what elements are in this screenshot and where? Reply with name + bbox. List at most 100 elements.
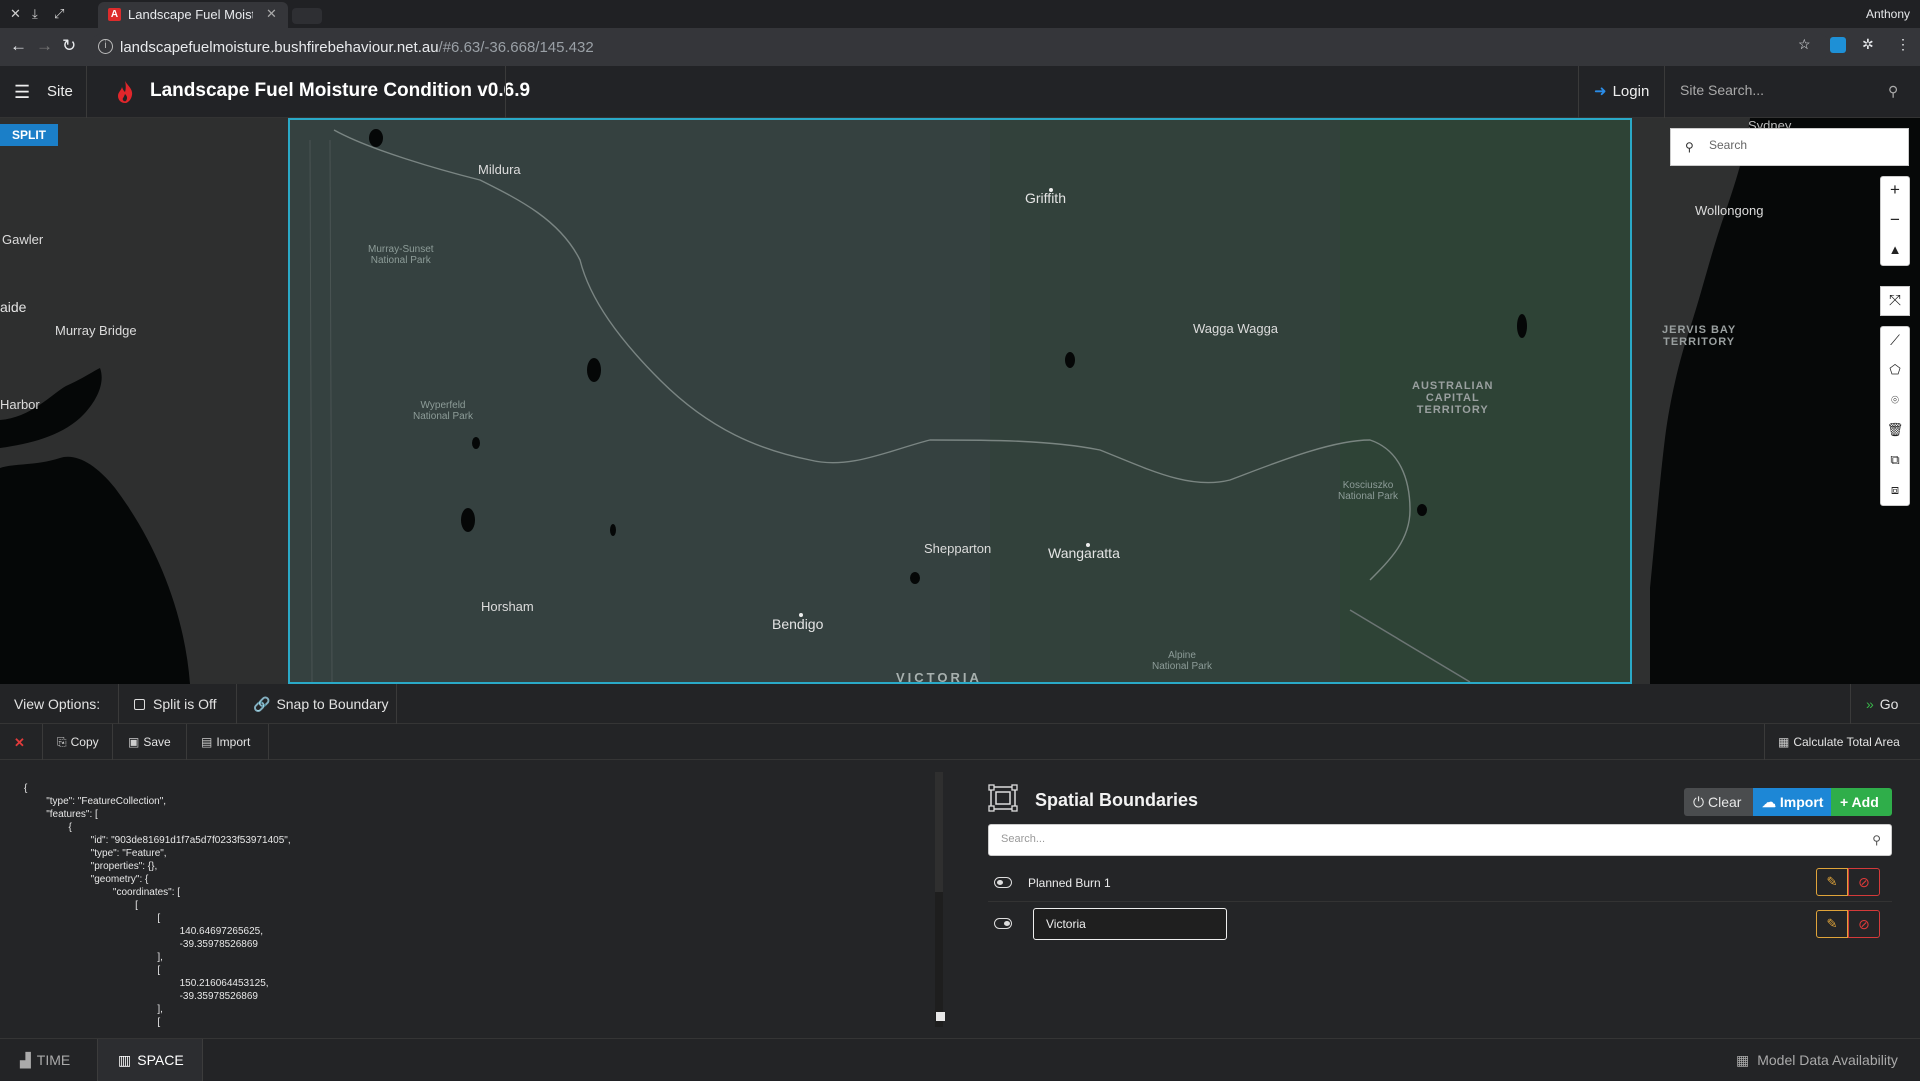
divider [236, 684, 237, 724]
boundary-search-input[interactable] [1001, 833, 1841, 845]
tab-close-icon[interactable]: ✕ [266, 6, 277, 22]
link-icon: 🔗 [253, 696, 271, 712]
map-search-input[interactable] [1709, 138, 1899, 152]
scrollbar-thumb[interactable] [935, 772, 943, 892]
browser-address-bar: ← → ↻ i landscapefuelmoisture.bushfirebe… [0, 28, 1920, 66]
profile-name[interactable]: Anthony [1866, 7, 1910, 21]
forward-icon[interactable]: → [36, 36, 53, 56]
map-left-pane [0, 118, 288, 684]
calculate-area-button[interactable]: ▦ Calculate Total Area [1778, 735, 1900, 749]
divider [505, 66, 506, 118]
add-boundary-button[interactable]: + Add [1831, 788, 1892, 816]
divider [1764, 724, 1765, 760]
site-search-input[interactable] [1680, 82, 1890, 98]
extension-gear-icon[interactable]: ✲ [1862, 36, 1878, 52]
edit-icon[interactable]: ✎ [1816, 868, 1848, 896]
calculator-icon: ▦ [1778, 735, 1790, 749]
resize-handle[interactable] [936, 1012, 945, 1021]
visibility-toggle-icon[interactable] [994, 918, 1012, 929]
geojson-editor[interactable]: { "type": "FeatureCollection", "features… [0, 760, 945, 1038]
geojson-toolbar: ✕ ⎘ Copy ▣ Save ▤ Import ▦ Calculate Total A… [0, 724, 1920, 760]
download-icon[interactable]: ⤓ [32, 6, 38, 22]
state-label: VICTORIA [896, 670, 982, 684]
map-view[interactable]: Mildura Griffith Gawler aide Murray Brid… [0, 118, 1920, 684]
uncombine-icon[interactable]: ⧈ [1880, 476, 1910, 506]
browser-tab[interactable]: A Landscape Fuel Moisture ✕ [98, 2, 288, 28]
divider [268, 724, 269, 760]
snap-toggle[interactable]: 🔗 Snap to Boundary [253, 696, 389, 713]
save-button[interactable]: ▣ Save [128, 735, 171, 749]
edit-icon[interactable]: ✎ [1816, 910, 1848, 938]
park-label: Alpine National Park [1152, 650, 1213, 672]
draw-polygon-icon[interactable]: ⬠ [1880, 356, 1910, 386]
divider [42, 724, 43, 760]
site-menu-label[interactable]: Site [47, 83, 73, 100]
place-label: Bendigo [772, 616, 824, 632]
angular-favicon-icon: A [108, 8, 121, 21]
compass-icon[interactable]: ▲ [1880, 236, 1910, 266]
map-search-box[interactable]: ⚲ [1670, 128, 1909, 166]
search-icon[interactable]: ⚲ [1888, 83, 1898, 100]
fullscreen-icon[interactable]: ⤧ [1880, 286, 1910, 316]
site-info-icon[interactable]: i [98, 39, 113, 54]
boundary-import-button[interactable]: ☁ Import [1753, 788, 1831, 816]
bookmark-star-icon[interactable]: ☆ [1798, 36, 1814, 52]
calendar-icon: ▦ [1736, 1052, 1750, 1068]
window-close-icon[interactable]: ✕ [10, 6, 21, 22]
divider [118, 684, 119, 724]
trash-icon[interactable]: 🗑 [1880, 416, 1910, 446]
cloud-upload-icon: ☁ [1762, 794, 1780, 810]
tab-title: Landscape Fuel Moisture [128, 7, 253, 22]
app-header: ☰ Site Landscape Fuel Moisture Condition… [0, 66, 1920, 118]
visibility-toggle-icon[interactable] [994, 877, 1012, 888]
split-badge[interactable]: SPLIT [0, 124, 58, 146]
draw-line-icon[interactable]: ⟋ [1880, 326, 1910, 356]
boundary-label[interactable]: Planned Burn 1 [1028, 876, 1111, 890]
spatial-boundary-icon [988, 784, 1018, 812]
split-toggle[interactable]: Split is Off [134, 696, 217, 712]
close-icon[interactable]: ✕ [14, 735, 25, 751]
territory-label: JERVIS BAY TERRITORY [1662, 324, 1737, 348]
park-label: Murray-Sunset National Park [368, 244, 434, 266]
checkbox-icon [134, 699, 145, 710]
tab-space[interactable]: ▥ SPACE [97, 1039, 203, 1081]
delete-icon[interactable]: ⊘ [1848, 868, 1880, 896]
place-label: Murray Bridge [55, 323, 137, 338]
go-button[interactable]: » Go [1866, 696, 1898, 712]
cloud-extension-icon[interactable] [1830, 37, 1846, 53]
boundary-search-box[interactable]: ⚲ [988, 824, 1892, 856]
reload-icon[interactable]: ↻ [62, 36, 76, 56]
flame-logo-icon [118, 81, 133, 103]
combine-icon[interactable]: ⧉ [1880, 446, 1910, 476]
restore-icon[interactable]: ⤢ [54, 6, 64, 22]
clear-button[interactable]: ⏻ Clear [1684, 788, 1753, 816]
workspace: { "type": "FeatureCollection", "features… [0, 760, 1920, 1038]
tab-time[interactable]: ▟ TIME [0, 1039, 88, 1081]
url-field[interactable]: i landscapefuelmoisture.bushfirebehaviou… [90, 33, 1830, 61]
geojson-text[interactable]: { "type": "FeatureCollection", "features… [24, 782, 291, 1029]
divider [1664, 66, 1665, 118]
model-data-availability-button[interactable]: ▦ Model Data Availability [1736, 1052, 1898, 1069]
boundary-name-input[interactable] [1033, 908, 1227, 940]
login-button[interactable]: ➜ Login [1594, 82, 1649, 100]
park-label: Kosciuszko National Park [1338, 480, 1399, 502]
delete-icon[interactable]: ⊘ [1848, 910, 1880, 938]
chart-icon: ▟ [20, 1052, 31, 1068]
coast-left-shape [0, 368, 190, 684]
spatial-boundaries-title: Spatial Boundaries [1035, 790, 1199, 810]
map-icon: ▥ [118, 1052, 132, 1068]
hamburger-icon[interactable]: ☰ [14, 82, 30, 103]
login-icon: ➜ [1594, 83, 1607, 100]
zoom-in-icon[interactable]: + [1880, 176, 1910, 206]
chrome-menu-icon[interactable]: ⋮ [1896, 36, 1912, 52]
place-label: Griffith [1025, 190, 1066, 206]
place-label: Wagga Wagga [1193, 321, 1279, 336]
file-icon: ▤ [201, 735, 213, 749]
draw-point-icon[interactable]: ⌾ [1880, 386, 1910, 416]
back-icon[interactable]: ← [10, 36, 27, 56]
import-button[interactable]: ▤ Import [201, 735, 250, 749]
zoom-out-icon[interactable]: − [1880, 206, 1910, 236]
new-tab-button[interactable] [292, 8, 322, 24]
copy-button[interactable]: ⎘ Copy [57, 735, 99, 750]
copy-icon: ⎘ [57, 735, 67, 749]
